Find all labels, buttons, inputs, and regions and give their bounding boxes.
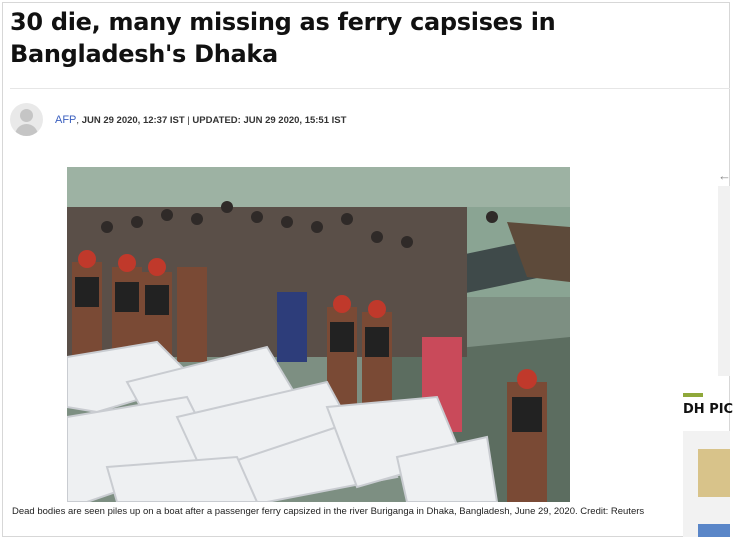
article-photo[interactable] (67, 167, 570, 502)
chevron-left-icon[interactable]: ← (718, 168, 731, 183)
author-link[interactable]: AFP (55, 114, 76, 126)
sidebar-thumbnail-secondary[interactable] (698, 524, 730, 537)
sidebar-panel (718, 186, 730, 376)
photo-caption: Dead bodies are seen piles up on a boat … (12, 506, 645, 517)
article-headline: 30 die, many missing as ferry capsises i… (10, 8, 556, 68)
sidebar-thumbnail[interactable] (698, 449, 730, 497)
byline: AFP, JUN 29 2020, 12:37 IST | UPDATED: J… (55, 114, 347, 126)
author-avatar-icon[interactable] (10, 103, 43, 136)
published-date: JUN 29 2020, 12:37 IST (81, 115, 185, 126)
sidebar-section-title: DH PICK (683, 402, 734, 417)
section-accent (683, 393, 703, 397)
divider (10, 88, 730, 89)
updated-date: UPDATED: JUN 29 2020, 15:51 IST (192, 115, 347, 126)
byline-separator: | (187, 115, 190, 126)
